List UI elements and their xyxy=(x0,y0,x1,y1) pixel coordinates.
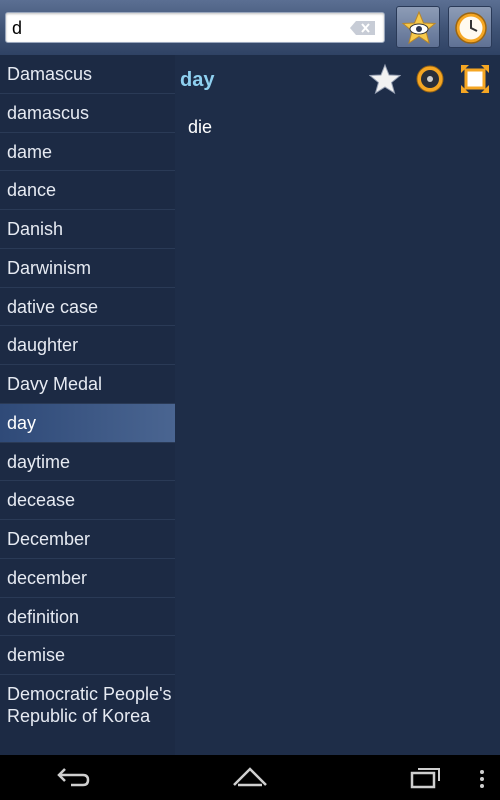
back-icon[interactable] xyxy=(57,765,91,789)
word-list: Damascus damascus dame dance Danish Darw… xyxy=(0,55,175,755)
translation-text: die xyxy=(188,117,213,137)
list-item[interactable]: dame xyxy=(0,133,175,172)
search-box[interactable] xyxy=(5,12,385,43)
search-input[interactable] xyxy=(12,16,342,40)
list-item[interactable]: demise xyxy=(0,636,175,675)
top-bar xyxy=(0,0,500,56)
list-item[interactable]: damascus xyxy=(0,94,175,133)
fullscreen-icon[interactable] xyxy=(459,63,491,95)
star-eye-icon xyxy=(401,10,437,45)
list-item[interactable]: dance xyxy=(0,171,175,210)
list-item[interactable]: Damascus xyxy=(0,55,175,94)
clear-text-icon[interactable] xyxy=(350,21,376,35)
recent-apps-icon[interactable] xyxy=(410,765,442,789)
headword: day xyxy=(180,69,215,91)
translation-panel: day die xyxy=(175,55,500,755)
list-item[interactable]: decease xyxy=(0,481,175,520)
list-item[interactable]: definition xyxy=(0,598,175,637)
list-item[interactable]: dative case xyxy=(0,288,175,327)
list-item[interactable]: daytime xyxy=(0,443,175,482)
clock-icon xyxy=(455,12,487,44)
star-icon[interactable] xyxy=(369,63,401,95)
list-item[interactable]: december xyxy=(0,559,175,598)
list-item[interactable]: Democratic People's Republic of Korea xyxy=(0,675,175,753)
home-icon[interactable] xyxy=(232,765,268,789)
system-nav-bar xyxy=(0,755,500,800)
menu-icon[interactable] xyxy=(479,770,485,788)
list-item[interactable]: daughter xyxy=(0,326,175,365)
list-item[interactable]: Davy Medal xyxy=(0,365,175,404)
favorites-button[interactable] xyxy=(396,6,440,48)
list-item[interactable]: Darwinism xyxy=(0,249,175,288)
list-item[interactable]: Danish xyxy=(0,210,175,249)
speaker-icon[interactable] xyxy=(414,63,446,95)
list-item[interactable]: December xyxy=(0,520,175,559)
list-item-selected[interactable]: day xyxy=(0,403,175,443)
history-button[interactable] xyxy=(448,6,492,48)
